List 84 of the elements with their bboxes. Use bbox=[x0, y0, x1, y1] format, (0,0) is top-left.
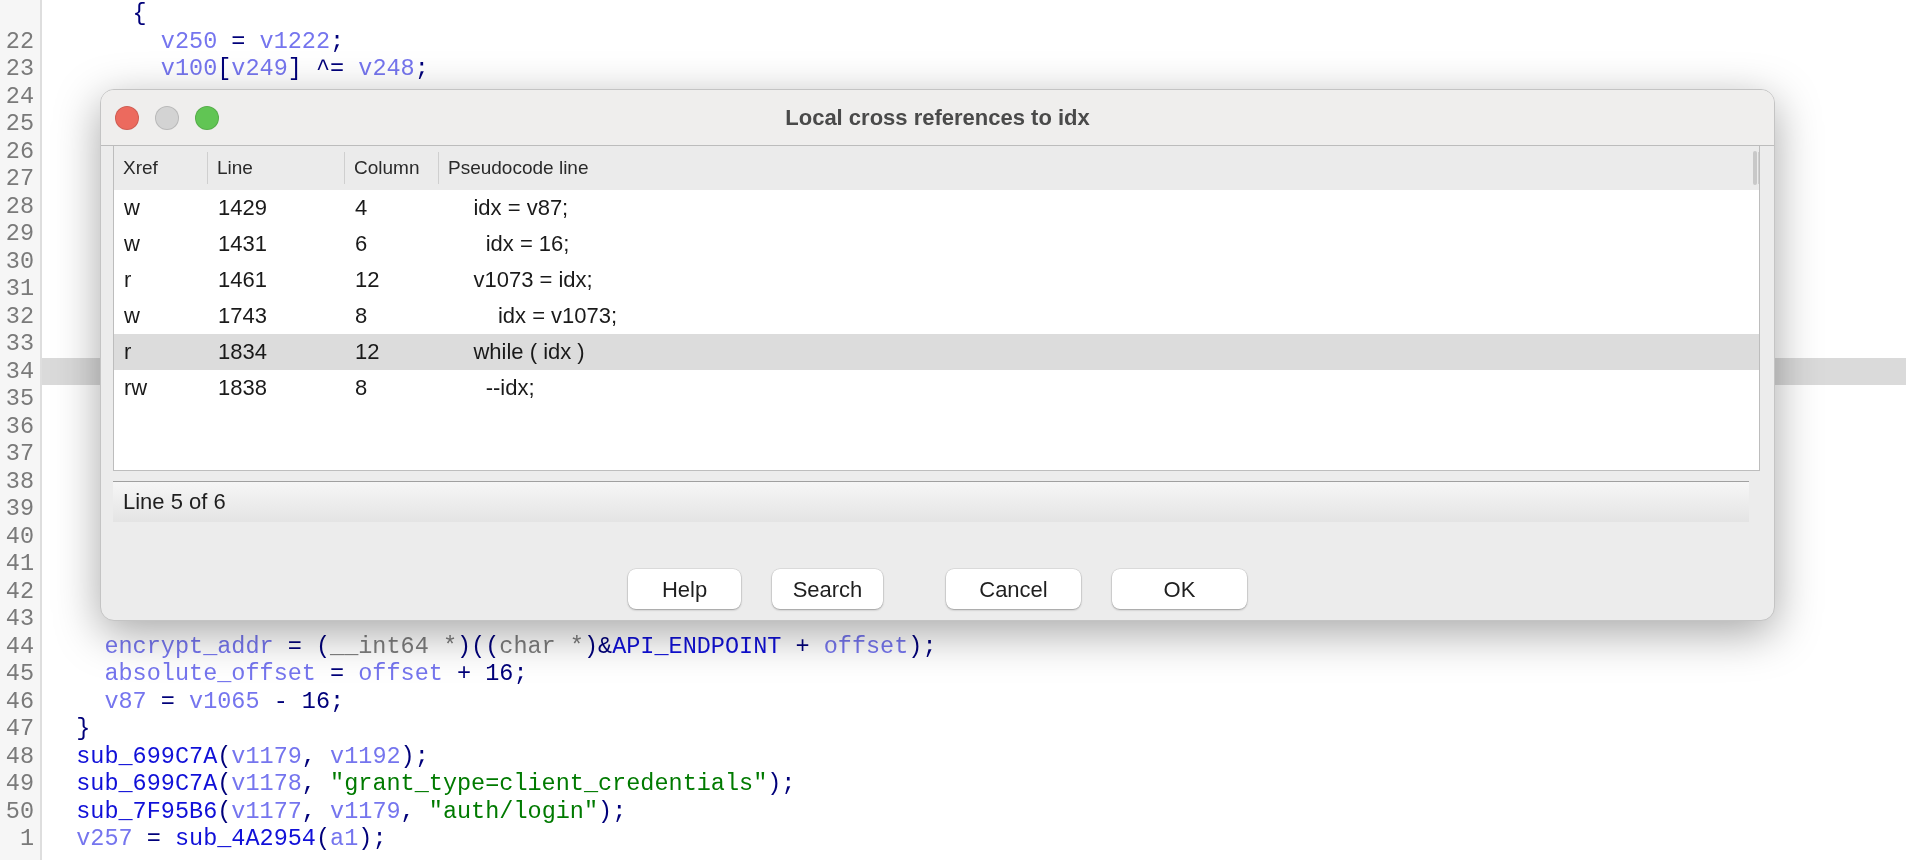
table-row[interactable]: rw 1838 8 --idx; bbox=[114, 370, 1759, 406]
table-cell-text: 6 bbox=[355, 230, 368, 258]
line-number: 47 bbox=[5, 715, 34, 742]
table-cell-text: r bbox=[124, 266, 132, 294]
line-number: 28 bbox=[5, 192, 34, 220]
table-cell-text: 12 bbox=[355, 338, 380, 366]
line-number: 35 bbox=[5, 385, 34, 412]
code-line: v87 = v1065 - 16; bbox=[103, 687, 345, 715]
table-cell-text: 1461 bbox=[218, 266, 267, 294]
line-number: 38 bbox=[5, 467, 34, 495]
table-cell-text: idx = v87; bbox=[472, 194, 569, 222]
line-number: 50 bbox=[5, 797, 34, 825]
code-line: sub_699C7A(v1179, v1192); bbox=[75, 742, 429, 770]
line-number: 34 bbox=[5, 357, 34, 385]
close-button[interactable] bbox=[115, 106, 139, 130]
line-number: 40 bbox=[5, 522, 34, 550]
table-cell-text: 1743 bbox=[218, 302, 267, 330]
table-cell-text: 12 bbox=[355, 266, 380, 294]
table-cell-text: 1834 bbox=[218, 338, 267, 366]
table-cell-text: idx = v1073; bbox=[496, 302, 618, 330]
table-cell-text: 4 bbox=[355, 194, 368, 222]
line-number: 37 bbox=[5, 440, 34, 467]
table-cell-text: 1838 bbox=[218, 374, 267, 402]
line-number: 36 bbox=[5, 412, 34, 440]
code-line: sub_7F95B6(v1177, v1179, "auth/login"); bbox=[75, 797, 627, 825]
window-title: Local cross references to idx bbox=[785, 105, 1090, 130]
line-number: 24 bbox=[5, 82, 34, 110]
code-line: absolute_offset = offset + 16; bbox=[103, 660, 528, 688]
code-line: } bbox=[75, 715, 91, 743]
dialog-button[interactable]: Help bbox=[628, 569, 741, 609]
table-cell-text: v1073 = idx; bbox=[472, 266, 593, 294]
line-number: 31 bbox=[5, 275, 34, 302]
column-header[interactable]: Column bbox=[354, 157, 420, 178]
line-number: 46 bbox=[5, 687, 34, 715]
table-cell-text: rw bbox=[124, 374, 148, 402]
table-cell-text: --idx; bbox=[484, 374, 535, 402]
line-number: 43 bbox=[5, 605, 34, 632]
line-number: 41 bbox=[5, 550, 34, 577]
dialog-button[interactable]: OK bbox=[1112, 569, 1247, 609]
line-number: 32 bbox=[5, 302, 34, 330]
column-header[interactable]: Xref bbox=[123, 157, 158, 178]
table-cell-text: 8 bbox=[355, 374, 368, 402]
line-number: 23 bbox=[5, 55, 34, 82]
code-line: encrypt_addr = (__int64 *)((char *)&API_ENDPOINT + offset); bbox=[103, 632, 937, 660]
table-row[interactable]: w 1431 6 idx = 16; bbox=[114, 226, 1759, 262]
table-cell-text: 8 bbox=[355, 302, 368, 330]
table-cell-text: w bbox=[124, 194, 140, 222]
line-number: 49 bbox=[5, 770, 34, 797]
line-number: 26 bbox=[5, 137, 34, 165]
line-number: 44 bbox=[5, 632, 34, 660]
code-line: sub_699C7A(v1178, "grant_type=client_credentials"); bbox=[75, 770, 796, 798]
table-cell-text: 1431 bbox=[218, 230, 267, 258]
dialog-button[interactable]: Cancel bbox=[946, 569, 1081, 609]
table-cell-text: idx = 16; bbox=[484, 230, 570, 258]
table-cell-text: w bbox=[124, 302, 140, 330]
line-number: 27 bbox=[5, 165, 34, 192]
line-number: 33 bbox=[5, 330, 34, 357]
column-header[interactable]: Pseudocode line bbox=[448, 157, 589, 178]
table-row[interactable]: w 1743 8 idx = v1073; bbox=[114, 298, 1759, 334]
table-row[interactable]: w 1429 4 idx = v87; bbox=[114, 190, 1759, 226]
line-number: 29 bbox=[5, 220, 34, 247]
line-number: 39 bbox=[5, 495, 34, 522]
status-bar: Line 5 of 6 bbox=[113, 481, 1749, 522]
zoom-button[interactable] bbox=[195, 106, 219, 130]
code-line: v257 = sub_4A2954(a1); bbox=[75, 825, 387, 853]
line-number: 42 bbox=[5, 577, 34, 605]
line-number: 22 bbox=[5, 27, 34, 55]
table-cell-text: 1429 bbox=[218, 194, 267, 222]
code-line: v250 = v1222; bbox=[159, 27, 345, 55]
table-row[interactable]: r 1834 12 while ( idx ) bbox=[114, 334, 1759, 370]
code-line: v100[v249] ^= v248; bbox=[159, 55, 429, 83]
line-number: 30 bbox=[5, 247, 34, 275]
column-header[interactable]: Line bbox=[217, 157, 253, 178]
minimize-button[interactable] bbox=[155, 106, 179, 130]
line-number: 48 bbox=[5, 742, 34, 770]
line-number: 25 bbox=[5, 110, 34, 137]
table-row[interactable]: r 1461 12 v1073 = idx; bbox=[114, 262, 1759, 298]
line-number: 45 bbox=[5, 660, 34, 687]
table-cell-text: while ( idx ) bbox=[472, 338, 585, 366]
line-number: 1 bbox=[19, 825, 34, 852]
code-line: { bbox=[131, 0, 147, 28]
table-cell-text: w bbox=[124, 230, 140, 258]
table-cell-text: r bbox=[124, 338, 132, 366]
dialog-button[interactable]: Search bbox=[772, 569, 883, 609]
